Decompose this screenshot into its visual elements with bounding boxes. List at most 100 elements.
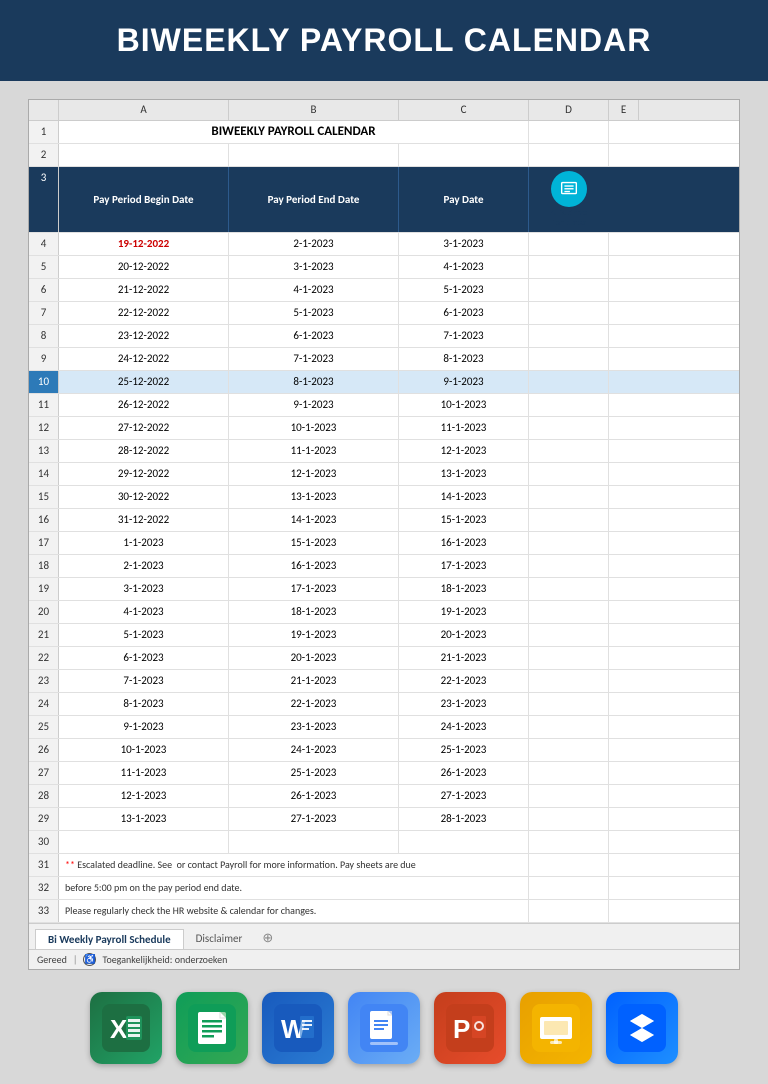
cell-18b: 16-1-2023 [229,555,399,577]
cell-24c: 23-1-2023 [399,693,529,715]
cell-7d [529,302,609,324]
cell-27a: 11-1-2023 [59,762,229,784]
table-row: 204-1-202318-1-202319-1-2023 [29,601,739,624]
cell-25c: 24-1-2023 [399,716,529,738]
cell-19c: 18-1-2023 [399,578,529,600]
row-num-15: 15 [29,486,59,508]
cell-14a: 29-12-2022 [59,463,229,485]
row-num-6: 6 [29,279,59,301]
cell-15d [529,486,609,508]
word-icon[interactable]: W [262,992,334,1064]
docs-icon[interactable] [348,992,420,1064]
cell-11d [529,394,609,416]
logo-text: AllBusinessTemplates [550,209,587,228]
cell-4c: 3-1-2023 [399,233,529,255]
cell-28b: 26-1-2023 [229,785,399,807]
main-content: A B C D E 1 BIWEEKLY PAYROLL CALENDAR 2 … [0,81,768,1084]
cell-18c: 17-1-2023 [399,555,529,577]
tab-add-button[interactable]: ⊕ [254,928,281,949]
cell-22b: 20-1-2023 [229,647,399,669]
row-num-31: 31 [29,854,59,876]
cell-13c: 12-1-2023 [399,440,529,462]
page-header: BIWEEKLY PAYROLL CALENDAR [0,0,768,81]
cell-30d [529,831,609,853]
cell-16d [529,509,609,531]
row-num-13: 13 [29,440,59,462]
table-row: 520-12-20223-1-20234-1-2023 [29,256,739,279]
cell-15c: 14-1-2023 [399,486,529,508]
header-col-c: Pay Date [399,167,529,232]
sheets-icon[interactable] [176,992,248,1064]
app-icons-row: X W [28,970,740,1074]
table-row: 621-12-20224-1-20235-1-2023 [29,279,739,302]
table-row: 1631-12-202214-1-202315-1-2023 [29,509,739,532]
title-row: 1 BIWEEKLY PAYROLL CALENDAR [29,121,739,144]
tab-biweekly[interactable]: Bi Weekly Payroll Schedule [35,929,184,949]
cell-2c [399,144,529,166]
cell-24d [529,693,609,715]
cell-23b: 21-1-2023 [229,670,399,692]
cell-28a: 12-1-2023 [59,785,229,807]
tab-disclaimer[interactable]: Disclaimer [184,929,255,948]
cell-8c: 7-1-2023 [399,325,529,347]
cell-20a: 4-1-2023 [59,601,229,623]
cell-4b: 2-1-2023 [229,233,399,255]
cell-24a: 8-1-2023 [59,693,229,715]
cell-9c: 8-1-2023 [399,348,529,370]
cell-19b: 17-1-2023 [229,578,399,600]
table-row: 237-1-202321-1-202322-1-2023 [29,670,739,693]
logo-cell: AllBusinessTemplates [529,167,609,232]
cell-21b: 19-1-2023 [229,624,399,646]
cell-9a: 24-12-2022 [59,348,229,370]
cell-32d [529,877,609,899]
cell-1d [529,121,609,143]
row-num-8: 8 [29,325,59,347]
row-num-24: 24 [29,693,59,715]
spreadsheet-title: BIWEEKLY PAYROLL CALENDAR [59,121,529,143]
cell-15b: 13-1-2023 [229,486,399,508]
logo-icon [551,171,587,207]
notes-row-33: 33 Please regularly check the HR website… [29,900,739,923]
cell-6d [529,279,609,301]
spreadsheet: A B C D E 1 BIWEEKLY PAYROLL CALENDAR 2 … [28,99,740,970]
slides-icon[interactable] [520,992,592,1064]
cell-22c: 21-1-2023 [399,647,529,669]
col-e-header: E [609,100,639,120]
cell-8b: 6-1-2023 [229,325,399,347]
dropbox-icon[interactable] [606,992,678,1064]
cell-29b: 27-1-2023 [229,808,399,830]
cell-7b: 5-1-2023 [229,302,399,324]
row-num-33: 33 [29,900,59,922]
row-num-23: 23 [29,670,59,692]
cell-22d [529,647,609,669]
tab-bar: Bi Weekly Payroll Schedule Disclaimer ⊕ [29,923,739,949]
svg-text:X: X [110,1014,128,1044]
cell-18a: 2-1-2023 [59,555,229,577]
cell-11a: 26-12-2022 [59,394,229,416]
row-num-2: 2 [29,144,59,166]
col-c-header: C [399,100,529,120]
column-headers: A B C D E [29,100,739,121]
row-num-25: 25 [29,716,59,738]
cell-14b: 12-1-2023 [229,463,399,485]
cell-4a: 19-12-2022 [59,233,229,255]
accessibility-icon: ♿ [83,953,96,966]
table-row: 259-1-202323-1-202324-1-2023 [29,716,739,739]
cell-18d [529,555,609,577]
status-ready: Gereed [37,953,67,966]
cell-7a: 22-12-2022 [59,302,229,324]
cell-27d [529,762,609,784]
header-col-b: Pay Period End Date [229,167,399,232]
ppt-icon[interactable]: P [434,992,506,1064]
cell-8d [529,325,609,347]
row-num-11: 11 [29,394,59,416]
row-num-29: 29 [29,808,59,830]
excel-icon[interactable]: X [90,992,162,1064]
cell-23c: 22-1-2023 [399,670,529,692]
cell-25b: 23-1-2023 [229,716,399,738]
col-d-header: D [529,100,609,120]
cell-11b: 9-1-2023 [229,394,399,416]
row-num-28: 28 [29,785,59,807]
cell-5b: 3-1-2023 [229,256,399,278]
row-num-21: 21 [29,624,59,646]
